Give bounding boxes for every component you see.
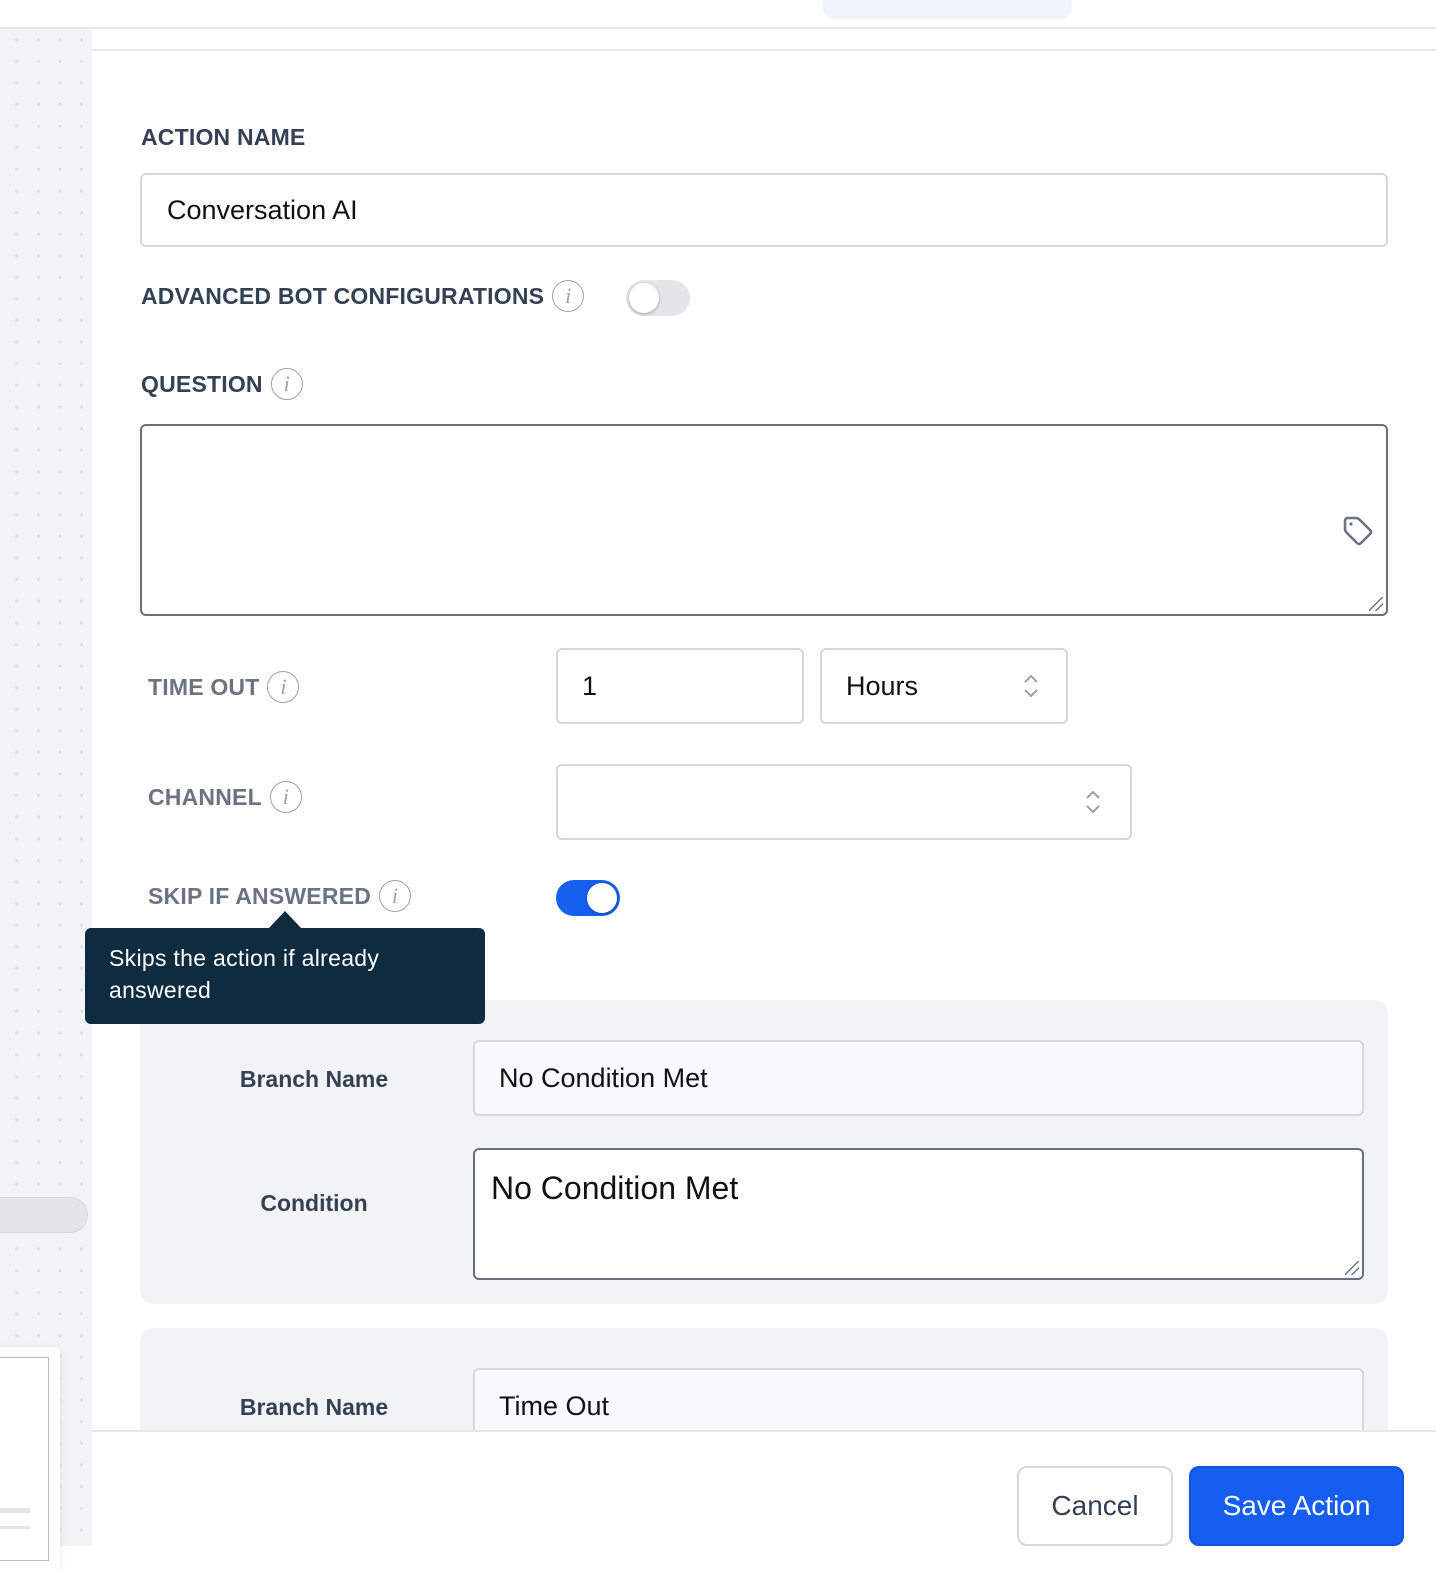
action-name-label: ACTION NAME bbox=[141, 124, 306, 150]
branch-name-label: Branch Name bbox=[239, 1394, 389, 1420]
timeout-value-input[interactable]: 1 bbox=[556, 648, 804, 724]
resize-handle[interactable] bbox=[1369, 597, 1383, 611]
top-bar bbox=[0, 0, 1436, 29]
info-icon[interactable]: i bbox=[267, 671, 300, 703]
minimap[interactable] bbox=[0, 1347, 60, 1573]
tooltip: Skips the action if already answered bbox=[85, 928, 485, 1024]
condition-label: Condition bbox=[260, 1190, 368, 1216]
info-icon[interactable]: i bbox=[270, 368, 303, 400]
branch-card: Branch Name No Condition Met Condition N… bbox=[140, 1000, 1388, 1304]
advanced-bot-toggle[interactable] bbox=[626, 280, 690, 316]
action-name-input[interactable]: Conversation AI bbox=[140, 173, 1388, 247]
question-textarea[interactable] bbox=[140, 424, 1388, 616]
resize-handle[interactable] bbox=[1345, 1261, 1359, 1275]
branch-name-input[interactable]: No Condition Met bbox=[473, 1040, 1364, 1116]
timeout-unit-select[interactable]: Hours bbox=[820, 648, 1068, 724]
footer: Cancel Save Action bbox=[92, 1430, 1436, 1546]
branch-name-label: Branch Name bbox=[239, 1066, 389, 1092]
channel-label: CHANNEL i bbox=[148, 781, 302, 813]
tooltip-arrow bbox=[268, 911, 302, 929]
tag-icon[interactable] bbox=[1340, 514, 1376, 550]
select-arrows-icon bbox=[1024, 674, 1038, 698]
timeout-label: TIME OUT i bbox=[148, 671, 300, 703]
select-arrows-icon bbox=[1086, 790, 1100, 814]
info-icon[interactable]: i bbox=[269, 781, 302, 813]
cancel-button[interactable]: Cancel bbox=[1017, 1466, 1173, 1546]
save-action-button[interactable]: Save Action bbox=[1189, 1466, 1404, 1546]
skip-if-answered-toggle[interactable] bbox=[556, 880, 620, 916]
info-icon[interactable]: i bbox=[379, 880, 412, 912]
toggle-knob bbox=[629, 283, 659, 313]
condition-textarea[interactable]: No Condition Met bbox=[473, 1148, 1364, 1280]
canvas-node[interactable] bbox=[0, 1197, 88, 1233]
advanced-bot-label: ADVANCED BOT CONFIGURATIONS i bbox=[141, 280, 585, 312]
top-tab[interactable] bbox=[823, 0, 1071, 18]
workflow-canvas[interactable] bbox=[0, 29, 92, 1573]
channel-select[interactable] bbox=[556, 764, 1132, 840]
info-icon[interactable]: i bbox=[552, 280, 585, 312]
minimap-viewport[interactable] bbox=[0, 1357, 49, 1561]
panel-header bbox=[92, 29, 1436, 51]
skip-if-answered-label: SKIP IF ANSWERED i bbox=[148, 880, 412, 912]
toggle-knob bbox=[587, 883, 617, 913]
question-label: QUESTION i bbox=[141, 368, 303, 400]
